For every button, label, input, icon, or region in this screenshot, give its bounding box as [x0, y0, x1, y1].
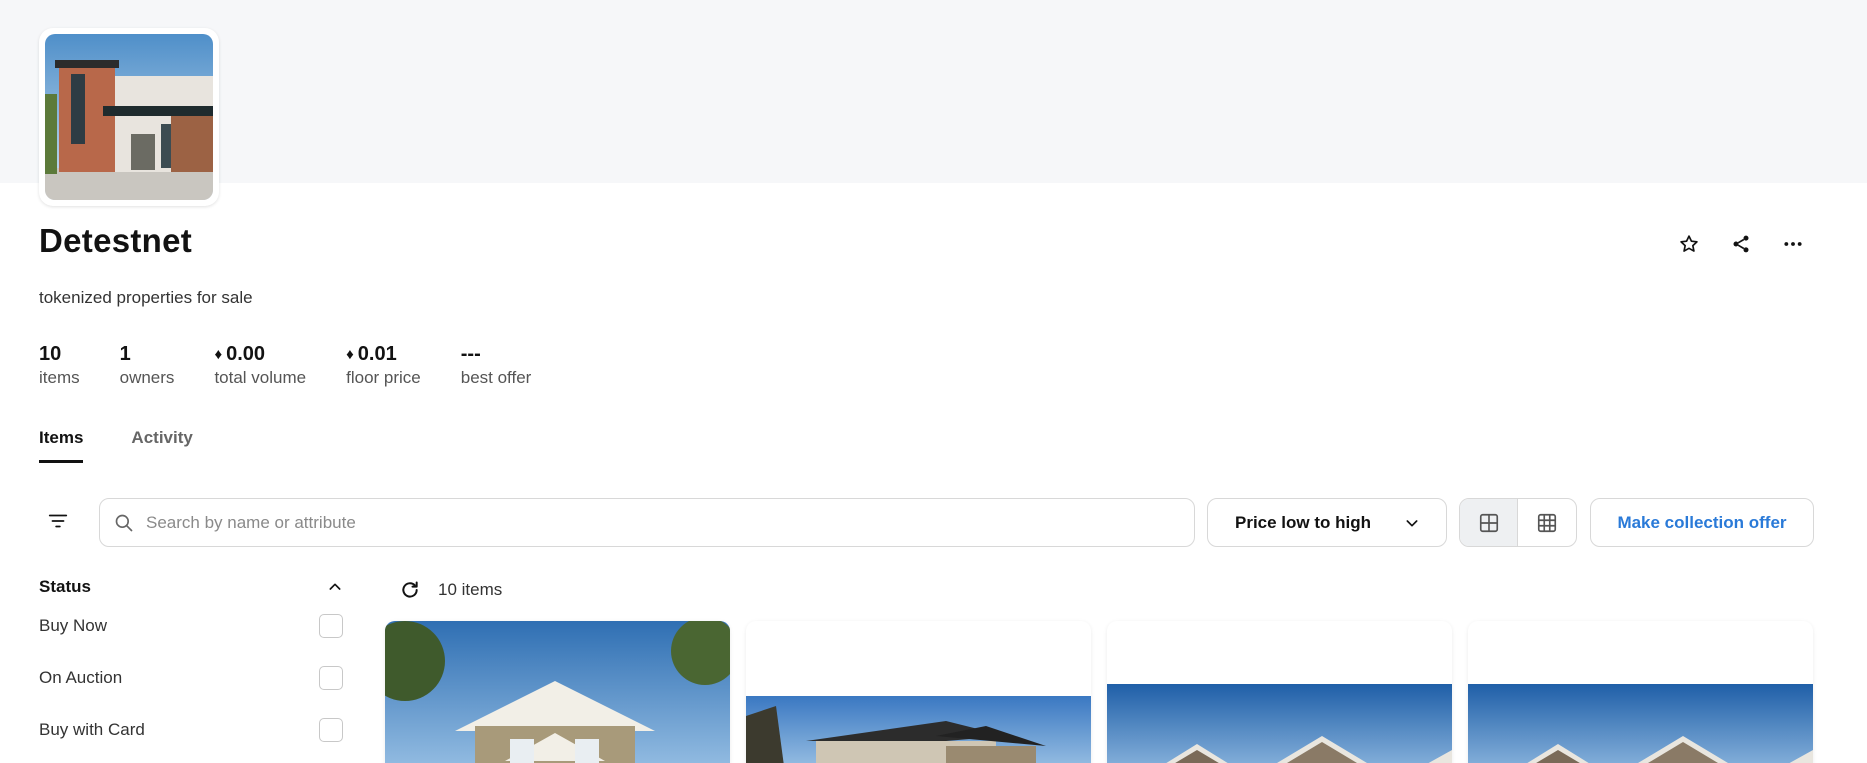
search-icon: [115, 514, 133, 531]
stat-best-offer: --- best offer: [461, 342, 532, 388]
sort-label: Price low to high: [1235, 512, 1372, 532]
stat-label: total volume: [214, 368, 307, 387]
item-card[interactable]: [746, 621, 1091, 763]
item-image: [746, 696, 1091, 763]
tab-items[interactable]: Items: [39, 428, 84, 463]
buy-now-checkbox[interactable]: [319, 614, 343, 638]
stat-value: 0.00: [226, 342, 266, 365]
stat-total-volume: ♦ 0.00 total volume: [214, 342, 306, 388]
star-icon: [1680, 235, 1698, 252]
make-collection-offer-button[interactable]: Make collection offer: [1590, 498, 1814, 547]
sort-dropdown[interactable]: Price low to high: [1207, 498, 1447, 547]
status-option-buy-now[interactable]: Buy Now: [39, 600, 343, 652]
refresh-icon: [402, 581, 418, 598]
share-icon: [1733, 235, 1749, 253]
buy-with-card-checkbox[interactable]: [319, 718, 343, 742]
search-input[interactable]: [146, 512, 1146, 533]
filter-icon: [48, 514, 68, 528]
stat-items: 10 items: [39, 342, 80, 388]
status-option-on-auction[interactable]: On Auction: [39, 652, 343, 704]
stat-value: 0.01: [357, 342, 397, 365]
option-label: Buy with Card: [39, 720, 145, 739]
collection-stats: 10 items 1 owners ♦ 0.00 total volume ♦ 0.…: [39, 342, 571, 388]
grid-small-icon: [1537, 513, 1557, 532]
items-grid: [385, 621, 1813, 763]
small-grid-view-button[interactable]: [1518, 499, 1576, 546]
stat-value: 10: [39, 342, 62, 365]
chevron-up-icon: [329, 583, 341, 590]
item-image: [385, 621, 730, 763]
results-bar: 10 items: [398, 578, 502, 602]
stat-label: best offer: [460, 368, 532, 387]
stat-value: 1: [119, 342, 131, 365]
items-toolbar: Price low to high Make collection offer: [39, 498, 1814, 547]
item-card[interactable]: [1107, 621, 1452, 763]
filter-toggle-button[interactable]: [47, 510, 73, 534]
stat-owners: 1 owners: [120, 342, 175, 388]
collection-description: tokenized properties for sale: [39, 288, 253, 307]
view-toggle: [1459, 498, 1577, 547]
tab-activity[interactable]: Activity: [131, 428, 192, 463]
item-image: [1468, 684, 1813, 763]
grid-large-icon: [1479, 513, 1498, 532]
on-auction-checkbox[interactable]: [319, 666, 343, 690]
header-actions: [1677, 232, 1805, 256]
filter-sidebar: Status Buy Now On Auction Buy with Card: [39, 574, 343, 756]
stat-label: floor price: [346, 368, 421, 387]
collection-tabs: Items Activity: [39, 428, 193, 463]
collection-banner: [0, 0, 1867, 183]
more-options-button[interactable]: [1781, 232, 1805, 256]
stat-label: items: [39, 368, 80, 387]
item-image: [1107, 684, 1452, 763]
refresh-button[interactable]: [398, 578, 422, 602]
stat-label: owners: [119, 368, 175, 387]
item-card[interactable]: [385, 621, 730, 763]
more-icon: [1784, 242, 1802, 246]
stat-value: ---: [460, 342, 481, 365]
item-card[interactable]: [1468, 621, 1813, 763]
favorite-button[interactable]: [1677, 232, 1701, 256]
collection-avatar: [39, 28, 219, 206]
chevron-down-icon: [1406, 519, 1418, 526]
large-grid-view-button[interactable]: [1460, 499, 1519, 546]
results-count: 10 items: [438, 580, 503, 599]
status-section-header[interactable]: Status: [39, 574, 343, 600]
eth-icon: ♦: [346, 345, 354, 363]
search-box[interactable]: [99, 498, 1195, 547]
status-option-buy-with-card[interactable]: Buy with Card: [39, 704, 343, 756]
house-photo: [45, 34, 213, 200]
stat-floor-price: ♦ 0.01 floor price: [346, 342, 421, 388]
eth-icon: ♦: [214, 345, 223, 363]
collection-title: Detestnet: [39, 222, 193, 259]
status-section-title: Status: [39, 577, 91, 596]
option-label: On Auction: [39, 668, 123, 687]
option-label: Buy Now: [39, 616, 108, 635]
share-button[interactable]: [1729, 232, 1753, 256]
